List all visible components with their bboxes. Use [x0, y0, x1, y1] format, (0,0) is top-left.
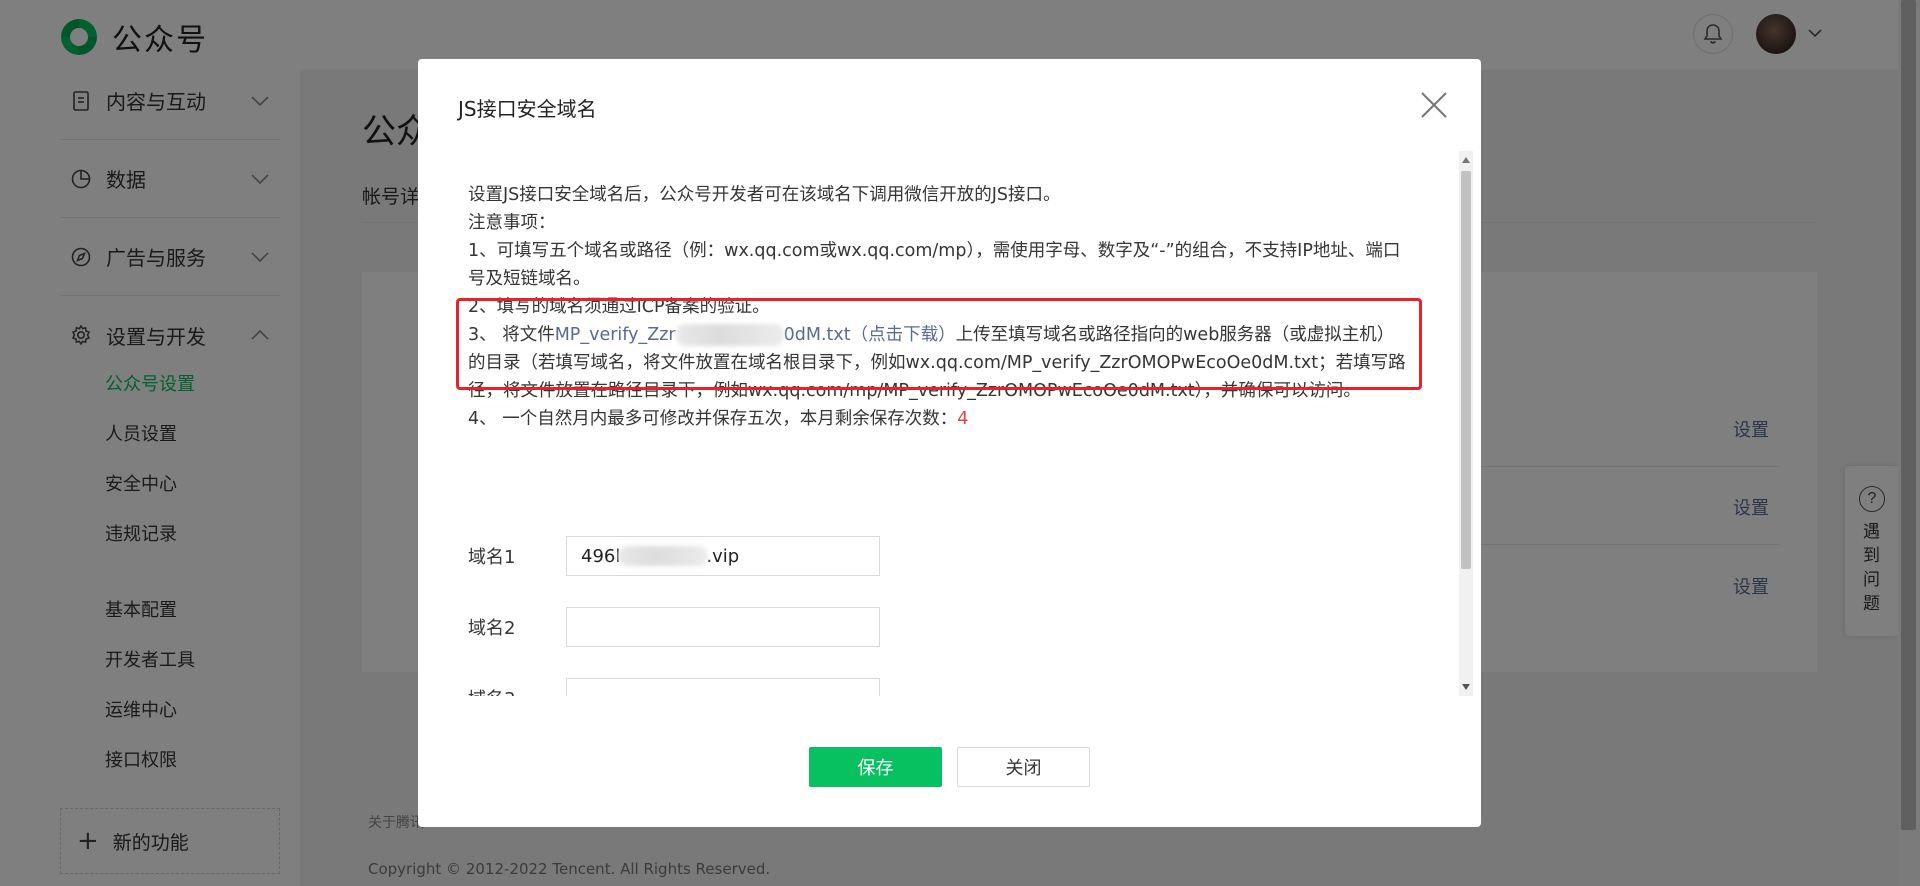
close-icon[interactable]: [1418, 89, 1450, 121]
domain-row-1: 域名1 496l .vip: [468, 536, 880, 576]
rule-4: 4、 一个自然月内最多可修改并保存五次，本月剩余保存次数：4: [468, 405, 1418, 433]
scroll-down-icon[interactable]: [1462, 684, 1470, 690]
domain-label: 域名3: [468, 685, 566, 696]
dialog-title: JS接口安全域名: [458, 97, 597, 121]
dialog-body: 设置JS接口安全域名后，公众号开发者可在该域名下调用微信开放的JS接口。 注意事…: [418, 151, 1471, 696]
domain-row-2: 域名2: [468, 607, 880, 647]
domain-label: 域名2: [468, 618, 516, 639]
redacted-blur: [618, 546, 709, 566]
scrollbar-thumb[interactable]: [1461, 171, 1471, 569]
js-domain-dialog: JS接口安全域名 设置JS接口安全域名后，公众号开发者可在该域名下调用微信开放的…: [418, 59, 1481, 827]
dialog-scrollbar[interactable]: [1459, 151, 1473, 696]
domain-row-3: 域名3: [468, 678, 880, 696]
intro-text: 设置JS接口安全域名后，公众号开发者可在该域名下调用微信开放的JS接口。: [468, 185, 1061, 205]
scroll-up-icon[interactable]: [1462, 157, 1470, 163]
save-button[interactable]: 保存: [809, 747, 942, 787]
remaining-count: 4: [957, 409, 969, 429]
domain-3-input[interactable]: [566, 678, 880, 696]
rule-1-cont: 号及短链域名。: [468, 269, 591, 289]
rule-1: 1、可填写五个域名或路径（例：wx.qq.com或wx.qq.com/mp），需…: [468, 241, 1401, 261]
highlight-annotation-box: [456, 298, 1422, 390]
rule-4-prefix: 4、 一个自然月内最多可修改并保存五次，本月剩余保存次数：: [468, 409, 958, 429]
domain-1-input[interactable]: 496l .vip: [566, 536, 880, 576]
notice-title: 注意事项：: [468, 213, 556, 233]
domain-2-input[interactable]: [566, 607, 880, 647]
domain-label: 域名1: [468, 547, 516, 568]
close-button[interactable]: 关闭: [957, 747, 1090, 787]
